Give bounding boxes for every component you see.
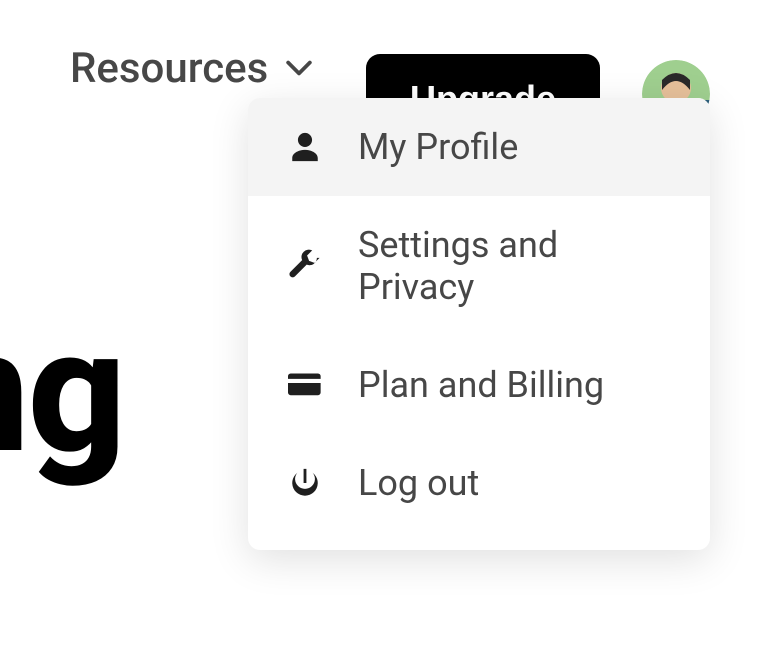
nav-resources-label: Resources [70, 44, 268, 93]
menu-item-label: Plan and Billing [358, 364, 604, 406]
wrench-icon [288, 249, 322, 283]
user-icon [288, 130, 322, 164]
user-dropdown: My Profile Settings and Privacy Plan and… [248, 98, 710, 550]
menu-billing[interactable]: Plan and Billing [248, 336, 710, 434]
menu-my-profile[interactable]: My Profile [248, 98, 710, 196]
menu-settings[interactable]: Settings and Privacy [248, 196, 710, 336]
header: Resources Upgrade [0, 28, 782, 108]
menu-item-label: Settings and Privacy [358, 224, 670, 308]
nav-resources[interactable]: Resources [70, 44, 312, 93]
menu-logout[interactable]: Log out [248, 434, 710, 532]
chevron-down-icon [286, 55, 312, 81]
card-icon [288, 368, 322, 402]
power-icon [288, 466, 322, 500]
background-text: owing [0, 290, 124, 492]
menu-item-label: Log out [358, 462, 479, 504]
menu-item-label: My Profile [358, 126, 518, 168]
